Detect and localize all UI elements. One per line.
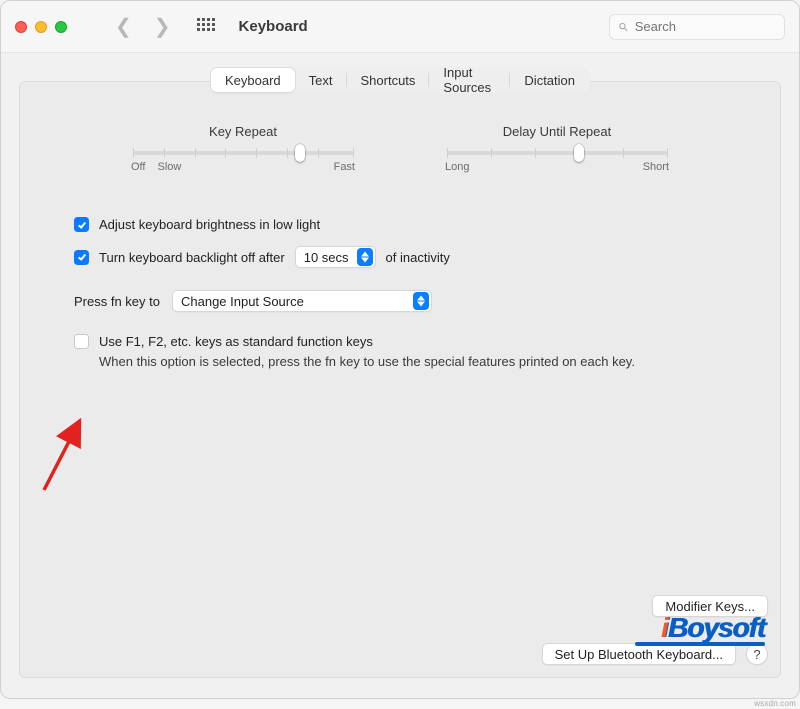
checkmark-icon [77, 252, 87, 262]
window-controls [15, 21, 67, 33]
delay-until-repeat-knob[interactable] [574, 144, 584, 162]
zoom-window-button[interactable] [55, 21, 67, 33]
use-fkeys-checkbox[interactable] [74, 334, 89, 349]
tab-keyboard[interactable]: Keyboard [211, 68, 295, 92]
key-repeat-group: Key Repeat Off Slow [131, 124, 355, 173]
window-title: Keyboard [239, 18, 308, 35]
checkmark-icon [77, 220, 87, 230]
search-field[interactable] [609, 14, 785, 40]
press-fn-label: Press fn key to [74, 294, 160, 309]
preferences-window: ❮ ❯ Keyboard Keyboard Text Shortcuts Inp… [0, 0, 800, 699]
delay-until-repeat-labels: Long Short [445, 161, 669, 173]
close-window-button[interactable] [15, 21, 27, 33]
popup-stepper-icon [357, 248, 373, 266]
use-fkeys-sub: When this option is selected, press the … [99, 353, 635, 372]
bluetooth-keyboard-button[interactable]: Set Up Bluetooth Keyboard... [542, 643, 736, 665]
toolbar: ❮ ❯ Keyboard [1, 1, 799, 53]
press-fn-popup[interactable]: Change Input Source [172, 290, 432, 312]
key-repeat-labels: Off Slow Fast [131, 161, 355, 173]
minimize-window-button[interactable] [35, 21, 47, 33]
adjust-brightness-label: Adjust keyboard brightness in low light [99, 217, 320, 232]
show-all-prefs-button[interactable] [197, 18, 215, 36]
tab-dictation[interactable]: Dictation [510, 68, 589, 92]
adjust-brightness-row: Adjust keyboard brightness in low light [74, 217, 726, 232]
delay-until-repeat-group: Delay Until Repeat Long Short [445, 124, 669, 173]
backlight-off-label-before: Turn keyboard backlight off after [99, 250, 285, 265]
tab-input-sources[interactable]: Input Sources [429, 68, 510, 92]
popup-stepper-icon [413, 292, 429, 310]
sliders-row: Key Repeat Off Slow [20, 124, 780, 173]
backlight-off-popup[interactable]: 10 secs [295, 246, 376, 268]
use-fkeys-row: Use F1, F2, etc. keys as standard functi… [74, 334, 726, 372]
use-fkeys-label: Use F1, F2, etc. keys as standard functi… [99, 334, 635, 349]
tab-shortcuts[interactable]: Shortcuts [347, 68, 430, 92]
nav-arrows: ❮ ❯ [115, 14, 171, 39]
bottom-buttons: Modifier Keys... Set Up Bluetooth Keyboa… [542, 595, 768, 665]
search-icon [618, 21, 629, 33]
backlight-off-label-after: of inactivity [386, 250, 450, 265]
tab-text[interactable]: Text [295, 68, 347, 92]
help-button[interactable]: ? [746, 643, 768, 665]
backlight-off-value: 10 secs [304, 250, 349, 265]
key-repeat-knob[interactable] [295, 144, 305, 162]
tab-bar: Keyboard Text Shortcuts Input Sources Di… [210, 67, 590, 93]
content-pane: Keyboard Text Shortcuts Input Sources Di… [19, 81, 781, 678]
options-section: Adjust keyboard brightness in low light … [74, 217, 726, 372]
back-button[interactable]: ❮ [115, 14, 132, 39]
key-repeat-slider[interactable] [133, 151, 353, 155]
forward-button[interactable]: ❯ [154, 14, 171, 39]
press-fn-value: Change Input Source [181, 294, 304, 309]
press-fn-row: Press fn key to Change Input Source [74, 290, 726, 312]
delay-until-repeat-slider[interactable] [447, 151, 667, 155]
backlight-off-row: Turn keyboard backlight off after 10 sec… [74, 246, 726, 268]
key-repeat-title: Key Repeat [131, 124, 355, 139]
source-note: wsxdn.com [754, 699, 796, 708]
search-input[interactable] [635, 19, 776, 34]
delay-until-repeat-title: Delay Until Repeat [445, 124, 669, 139]
backlight-off-checkbox[interactable] [74, 250, 89, 265]
annotation-arrow [42, 412, 92, 495]
modifier-keys-button[interactable]: Modifier Keys... [652, 595, 768, 617]
adjust-brightness-checkbox[interactable] [74, 217, 89, 232]
